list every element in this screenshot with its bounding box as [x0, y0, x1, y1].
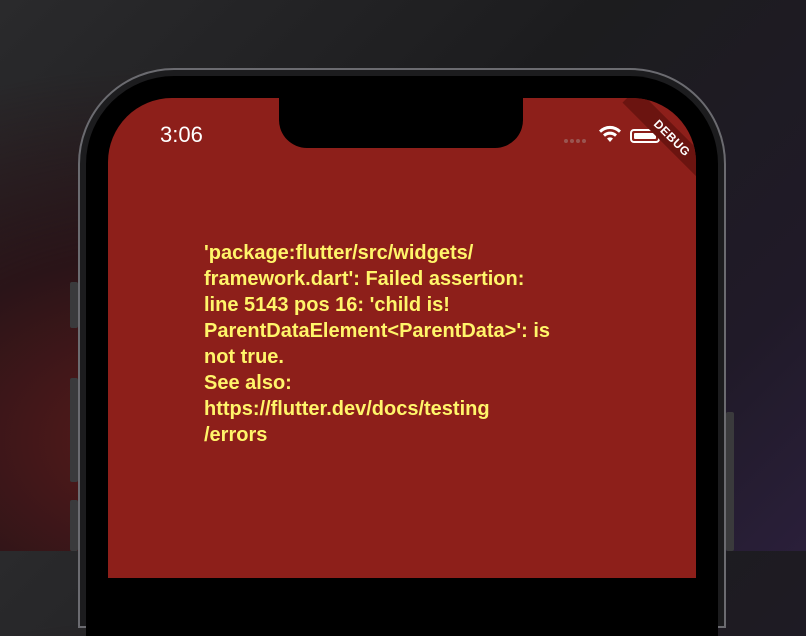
notch [279, 98, 523, 148]
signal-dots-icon [564, 139, 586, 143]
phone-side-button [70, 500, 78, 551]
error-line: See also: [204, 372, 292, 394]
phone-side-button [726, 412, 734, 551]
error-line: ParentDataElement<ParentData>': is [204, 320, 551, 342]
error-message: 'package:flutter/src/widgets/ framework.… [204, 240, 604, 448]
phone-side-button [70, 282, 78, 328]
error-line: 'package:flutter/src/widgets/ [204, 242, 474, 264]
error-link: https://flutter.dev/docs/testing [204, 398, 490, 420]
error-line: not true. [204, 346, 284, 368]
phone-side-button [70, 378, 78, 482]
error-link: /errors [204, 424, 268, 446]
app-screen: 3:06 DEBUG 'package:flutter/src/widgets/… [108, 98, 696, 578]
wifi-icon [599, 125, 621, 142]
error-line: line 5143 pos 16: 'child is! [204, 294, 450, 316]
status-time: 3:06 [160, 122, 203, 147]
error-line: framework.dart': Failed assertion: [204, 268, 525, 290]
